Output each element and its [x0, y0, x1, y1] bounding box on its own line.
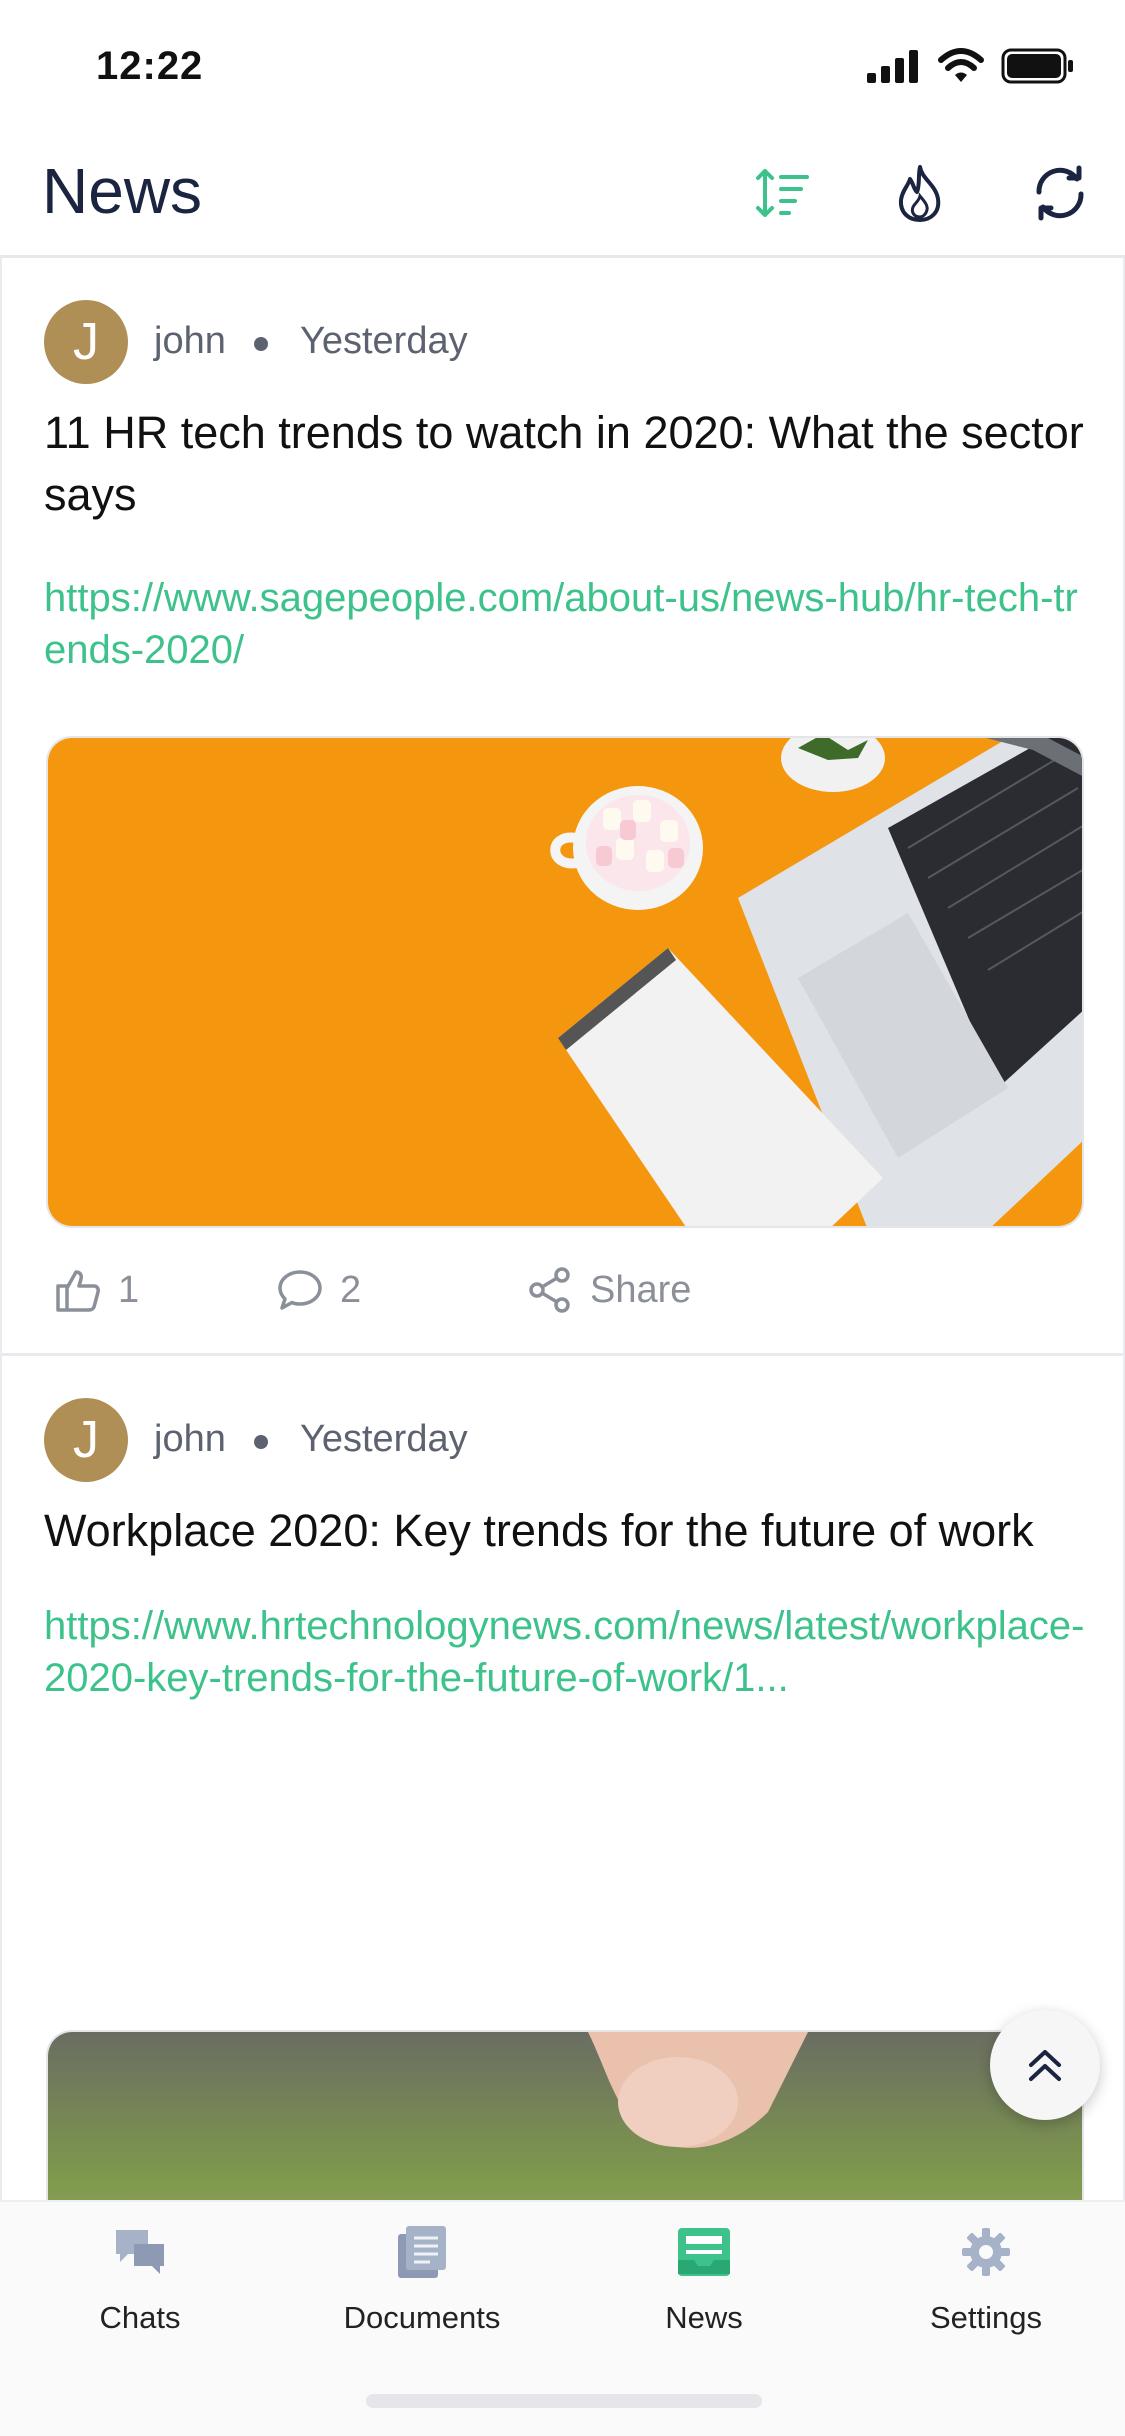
tab-news[interactable]: News — [594, 2222, 814, 2362]
app-header: News — [0, 140, 1125, 258]
comment-count: 2 — [340, 1268, 362, 1311]
post-author[interactable]: john — [154, 1418, 226, 1461]
status-time: 12:22 — [96, 44, 204, 88]
battery-icon — [1001, 48, 1073, 84]
comment-icon — [278, 1270, 322, 1310]
tab-label: Documents — [343, 2300, 501, 2335]
post-image[interactable] — [46, 736, 1084, 1228]
news-post: J john Yesterday Workplace 2020: Key tre… — [2, 1360, 1123, 2200]
post-time: Yesterday — [300, 320, 468, 362]
status-bar: 12:22 — [0, 0, 1125, 140]
desk-image — [48, 738, 1082, 1226]
sort-button[interactable] — [748, 158, 818, 228]
chats-icon — [110, 2222, 170, 2282]
post-image[interactable]: 2 0 1 9 2 0 — [46, 2030, 1084, 2200]
share-button[interactable]: Share — [526, 1258, 691, 1322]
post-title[interactable]: Workplace 2020: Key trends for the futur… — [44, 1500, 1084, 1562]
separator-dot — [254, 1435, 268, 1449]
post-author[interactable]: john — [154, 320, 226, 363]
post-actions: 1 2 Share — [54, 1258, 1094, 1322]
like-count: 1 — [118, 1268, 140, 1311]
comment-button[interactable]: 2 — [276, 1258, 361, 1322]
like-button[interactable]: 1 — [54, 1258, 139, 1322]
status-icons — [865, 48, 1075, 84]
tab-label: News — [665, 2300, 743, 2335]
refresh-icon — [1036, 165, 1084, 221]
settings-icon — [956, 2222, 1016, 2282]
tab-bar: Chats Documents News Settings — [0, 2200, 1125, 2436]
wifi-icon — [938, 48, 984, 82]
home-indicator — [366, 2394, 762, 2408]
separator-dot — [254, 337, 268, 351]
tab-documents[interactable]: Documents — [312, 2222, 532, 2362]
post-time: Yesterday — [300, 1418, 468, 1460]
post-title[interactable]: 11 HR tech trends to watch in 2020: What… — [44, 402, 1084, 526]
thumbs-up-icon — [56, 1270, 100, 1312]
fire-icon — [898, 165, 941, 222]
tab-label: Chats — [99, 2300, 181, 2335]
news-feed[interactable]: J john Yesterday 11 HR tech trends to wa… — [0, 258, 1125, 2200]
scroll-to-top-button[interactable] — [990, 2010, 1100, 2120]
sort-icon — [756, 169, 809, 217]
post-link[interactable]: https://www.sagepeople.com/about-us/news… — [44, 572, 1094, 676]
dice-image: 2 0 1 9 2 0 — [48, 2032, 1082, 2200]
share-icon — [529, 1267, 570, 1313]
tab-label: Settings — [929, 2300, 1042, 2335]
page-title: News — [42, 155, 203, 227]
post-link[interactable]: https://www.hrtechnologynews.com/news/la… — [44, 1600, 1094, 1704]
double-chevron-up-icon — [1029, 2050, 1061, 2081]
avatar[interactable]: J — [44, 300, 128, 384]
news-icon — [674, 2222, 734, 2282]
tab-settings[interactable]: Settings — [876, 2222, 1096, 2362]
avatar[interactable]: J — [44, 1398, 128, 1482]
refresh-button[interactable] — [1025, 158, 1095, 228]
documents-icon — [392, 2222, 452, 2282]
tab-chats[interactable]: Chats — [30, 2222, 250, 2362]
trending-button[interactable] — [885, 158, 955, 228]
share-label: Share — [590, 1268, 692, 1311]
signal-icon — [867, 50, 918, 83]
news-post: J john Yesterday 11 HR tech trends to wa… — [2, 258, 1123, 1356]
